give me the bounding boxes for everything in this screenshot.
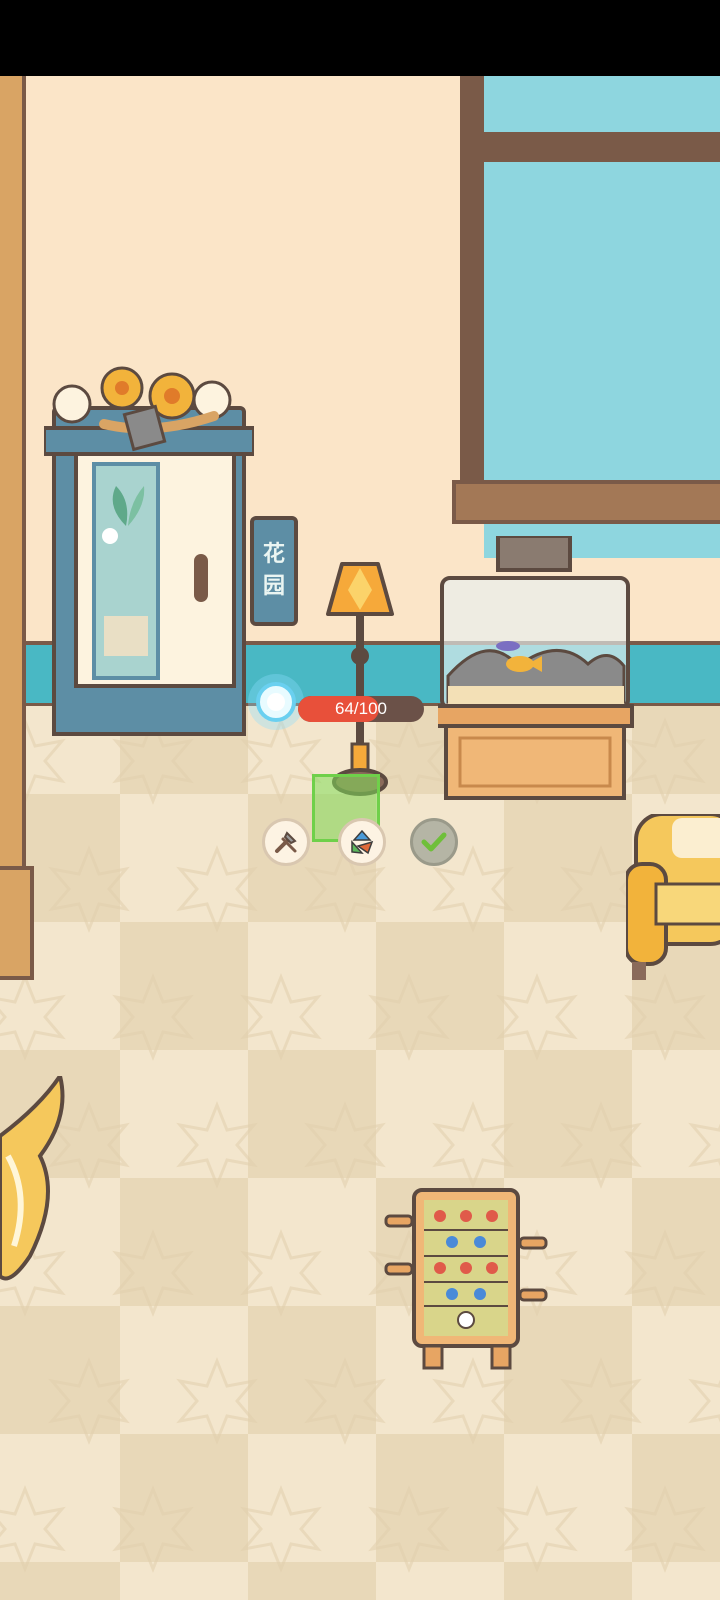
edit-tools-button[interactable] — [262, 818, 310, 866]
status-bar — [0, 0, 720, 76]
floor-star-decoration — [240, 1228, 322, 1318]
floor-star-decoration — [368, 972, 450, 1062]
leaf-decoration-icon — [102, 486, 148, 656]
floor-star-decoration — [304, 1100, 386, 1190]
floor-star-decoration — [304, 1356, 386, 1446]
flower-pot-icon — [44, 366, 254, 456]
hp-bar: 64/100 — [298, 696, 424, 722]
garden-sign: 花 园 — [250, 516, 298, 626]
floor-star-decoration — [176, 1356, 258, 1446]
floor-star-decoration — [688, 1122, 720, 1168]
aquarium[interactable] — [438, 536, 634, 806]
tools-icon — [275, 831, 297, 853]
hp-text: 64/100 — [335, 699, 387, 718]
foosball-table[interactable] — [384, 1186, 554, 1376]
floor-star-decoration — [0, 972, 66, 1062]
floor-star-decoration — [624, 1228, 706, 1318]
floor-star-decoration — [0, 1484, 66, 1574]
left-ledge — [0, 866, 34, 980]
window-glass-top — [484, 76, 720, 132]
floor-star-decoration — [240, 1484, 322, 1574]
door-handle — [194, 554, 208, 602]
recycle-button[interactable] — [338, 818, 386, 866]
checkmark-icon — [421, 832, 447, 852]
floor-star-decoration — [624, 1484, 706, 1574]
floor-star-decoration — [624, 972, 706, 1062]
recycle-icon — [351, 829, 374, 855]
left-pillar — [0, 76, 26, 976]
floor-star-decoration — [48, 1356, 130, 1446]
cat-tail — [0, 1076, 65, 1281]
floor-star-decoration — [496, 972, 578, 1062]
floor-star-decoration — [48, 844, 130, 934]
window-sill — [452, 480, 720, 524]
floor-star-decoration — [560, 1100, 642, 1190]
floor-star-decoration — [240, 972, 322, 1062]
floor-star-decoration — [176, 1100, 258, 1190]
floor-star-decoration — [496, 1484, 578, 1574]
room-scene[interactable]: 花 园 64/100 — [0, 76, 720, 1600]
floor-star-decoration — [432, 1100, 514, 1190]
floor-lamp[interactable] — [320, 554, 400, 804]
sign-char: 园 — [262, 574, 285, 599]
door-panel — [74, 450, 236, 688]
floor-star-decoration — [688, 1378, 720, 1424]
armchair[interactable] — [626, 814, 720, 984]
door-window — [92, 462, 160, 680]
floor-star-decoration — [560, 1356, 642, 1446]
confirm-button[interactable] — [410, 818, 458, 866]
floor-star-decoration — [368, 1484, 450, 1574]
floor-star-decoration — [176, 844, 258, 934]
floor-star-decoration — [112, 1484, 194, 1574]
floor-star-decoration — [112, 972, 194, 1062]
garden-door[interactable] — [44, 366, 254, 736]
sign-char: 花 — [262, 542, 285, 567]
floor-star-decoration — [112, 1228, 194, 1318]
